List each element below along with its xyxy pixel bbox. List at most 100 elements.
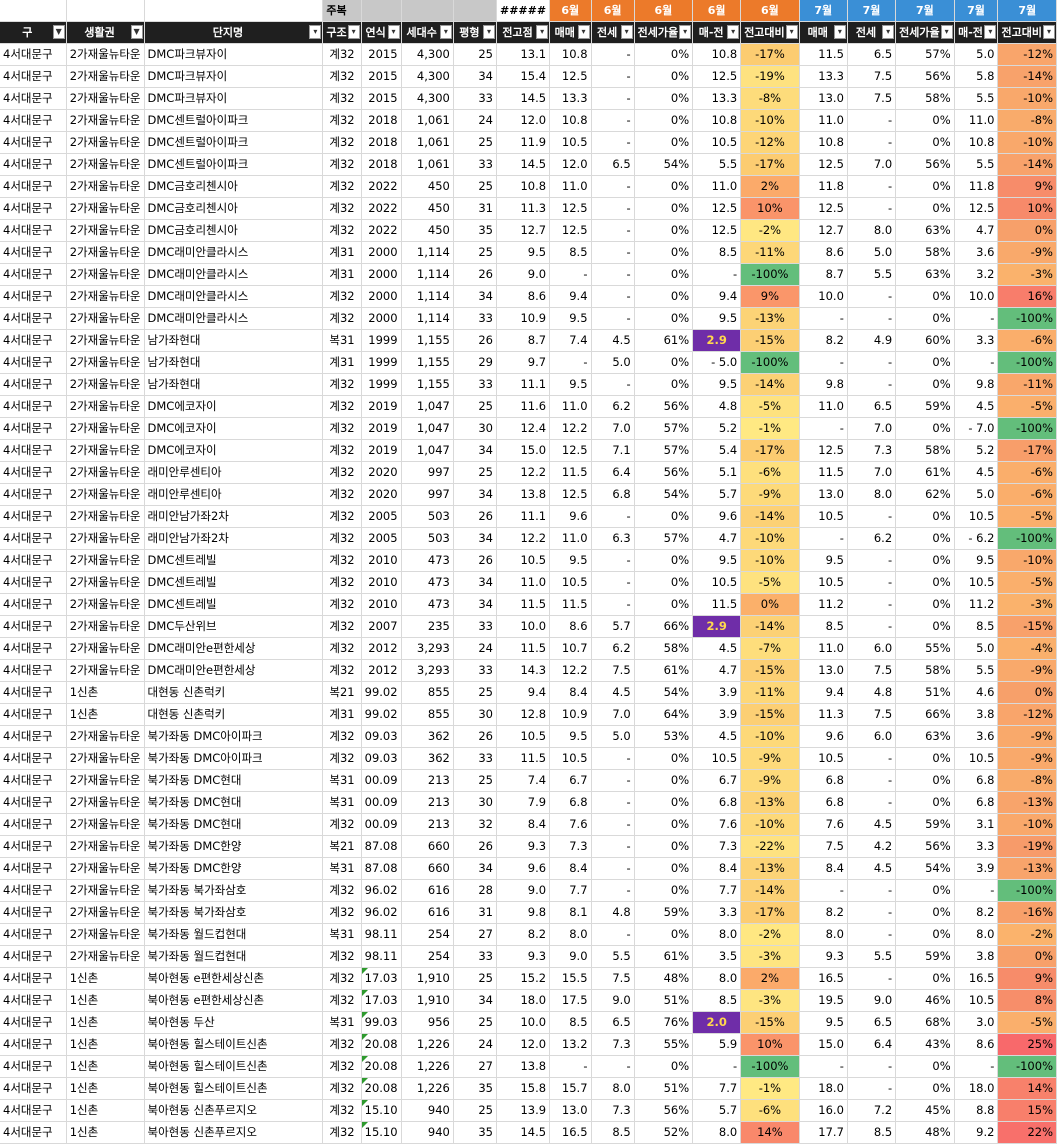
table-cell[interactable]: 51%: [895, 681, 955, 704]
filter-active-icon[interactable]: ▼: [130, 25, 143, 39]
table-cell[interactable]: DMC파크뷰자이: [144, 43, 324, 66]
table-cell[interactable]: -: [847, 879, 897, 902]
table-cell[interactable]: 34: [453, 527, 497, 550]
table-cell[interactable]: 25: [453, 461, 497, 484]
table-cell[interactable]: 24: [453, 109, 497, 132]
table-cell[interactable]: -: [847, 967, 897, 990]
table-cell[interactable]: 18.0: [954, 1077, 999, 1100]
table-cell[interactable]: -100%: [997, 307, 1057, 330]
filter-dropdown-icon[interactable]: ▾: [536, 25, 549, 39]
table-cell[interactable]: -: [847, 307, 897, 330]
table-cell[interactable]: 0%: [895, 769, 955, 792]
table-cell[interactable]: 7.1: [591, 439, 635, 462]
table-cell[interactable]: 8.5: [799, 615, 848, 638]
table-cell[interactable]: 9.5: [549, 725, 592, 748]
table-cell[interactable]: 5.7: [692, 1099, 742, 1122]
table-cell[interactable]: 8.6: [954, 1033, 999, 1056]
table-cell[interactable]: -: [847, 285, 897, 308]
table-cell[interactable]: 24: [453, 1033, 497, 1056]
table-cell[interactable]: -8%: [997, 769, 1057, 792]
table-cell[interactable]: 11.9: [496, 131, 551, 154]
table-cell[interactable]: 19.5: [799, 989, 848, 1012]
table-cell[interactable]: 7.5: [591, 659, 635, 682]
table-cell[interactable]: 9.5: [496, 241, 551, 264]
table-cell[interactable]: 래미안남가좌2차: [144, 505, 324, 528]
table-cell[interactable]: 1신촌: [66, 1121, 145, 1144]
table-cell[interactable]: 0%: [997, 681, 1057, 704]
table-cell[interactable]: 5.7: [591, 615, 635, 638]
table-cell[interactable]: -: [692, 263, 742, 286]
table-cell[interactable]: 7.6: [549, 813, 592, 836]
table-cell[interactable]: 4서대문구: [0, 483, 67, 506]
table-cell[interactable]: 51%: [634, 989, 694, 1012]
table-cell[interactable]: -15%: [740, 703, 800, 726]
table-cell[interactable]: 11.0: [549, 527, 592, 550]
table-cell[interactable]: 09.03: [361, 747, 402, 770]
table-cell[interactable]: 복21: [322, 681, 362, 704]
column-header[interactable]: 구조 ▾: [322, 21, 362, 44]
table-cell[interactable]: 59%: [895, 395, 955, 418]
table-cell[interactable]: 0%: [634, 923, 694, 946]
table-cell[interactable]: -100%: [997, 1055, 1057, 1078]
table-cell[interactable]: 96.02: [361, 879, 402, 902]
table-cell[interactable]: 8.4: [549, 857, 592, 880]
table-cell[interactable]: 2022: [361, 219, 402, 242]
table-cell[interactable]: 계32: [322, 505, 362, 528]
table-cell[interactable]: 10.5: [954, 747, 999, 770]
table-cell[interactable]: -: [591, 813, 635, 836]
table-cell[interactable]: 46%: [895, 989, 955, 1012]
table-cell[interactable]: 12.0: [496, 1033, 551, 1056]
table-cell[interactable]: 북가좌동 북가좌삼호: [144, 901, 324, 924]
table-cell[interactable]: 2가재울뉴타운: [66, 923, 145, 946]
table-cell[interactable]: 855: [401, 681, 454, 704]
table-cell[interactable]: 616: [401, 901, 454, 924]
table-cell[interactable]: DMC래미안클라시스: [144, 241, 324, 264]
table-cell[interactable]: 10.8: [692, 43, 742, 66]
filter-dropdown-icon[interactable]: ▾: [984, 25, 997, 39]
table-cell[interactable]: 11.0: [799, 637, 848, 660]
table-cell[interactable]: 34: [453, 857, 497, 880]
table-cell[interactable]: 8%: [997, 989, 1057, 1012]
table-cell[interactable]: 3.6: [954, 241, 999, 264]
table-cell[interactable]: -12%: [740, 131, 800, 154]
table-cell[interactable]: 7.5: [799, 835, 848, 858]
table-cell[interactable]: 8.5: [692, 989, 742, 1012]
table-cell[interactable]: -: [847, 373, 897, 396]
table-cell[interactable]: 2가재울뉴타운: [66, 395, 145, 418]
table-cell[interactable]: 계32: [322, 373, 362, 396]
table-cell[interactable]: 0%: [895, 373, 955, 396]
table-cell[interactable]: 00.09: [361, 769, 402, 792]
table-cell[interactable]: DMC에코자이: [144, 439, 324, 462]
table-cell[interactable]: 12.5: [692, 65, 742, 88]
table-cell[interactable]: 4서대문구: [0, 549, 67, 572]
table-cell[interactable]: 계32: [322, 1077, 362, 1100]
table-cell[interactable]: -: [591, 175, 635, 198]
table-cell[interactable]: 1,155: [401, 351, 454, 374]
column-header[interactable]: 매매 ▾: [549, 21, 592, 44]
table-cell[interactable]: -5%: [997, 395, 1057, 418]
table-cell[interactable]: -: [591, 285, 635, 308]
month-july-cell[interactable]: 7월: [954, 0, 999, 22]
table-cell[interactable]: 14.3: [496, 659, 551, 682]
table-cell[interactable]: 2000: [361, 241, 402, 264]
table-cell[interactable]: -: [847, 351, 897, 374]
table-cell[interactable]: 11.0: [496, 571, 551, 594]
table-cell[interactable]: 12.5: [692, 219, 742, 242]
table-cell[interactable]: DMC센트럴아이파크: [144, 109, 324, 132]
table-cell[interactable]: -4%: [997, 637, 1057, 660]
table-cell[interactable]: 12.0: [496, 109, 551, 132]
table-cell[interactable]: 16.5: [799, 967, 848, 990]
table-cell[interactable]: 2019: [361, 417, 402, 440]
table-cell[interactable]: 11.0: [692, 175, 742, 198]
table-cell[interactable]: -2%: [740, 219, 800, 242]
table-cell[interactable]: 계31: [322, 351, 362, 374]
table-cell[interactable]: -: [847, 131, 897, 154]
table-cell[interactable]: -100%: [740, 1055, 800, 1078]
table-cell[interactable]: -10%: [740, 527, 800, 550]
table-cell[interactable]: 11.5: [799, 461, 848, 484]
month-july-cell[interactable]: 7월: [895, 0, 955, 22]
table-cell[interactable]: 1,114: [401, 307, 454, 330]
table-cell[interactable]: 북아현동 두산: [144, 1011, 324, 1034]
table-cell[interactable]: 7.3: [549, 835, 592, 858]
table-cell[interactable]: 4.5: [954, 461, 999, 484]
